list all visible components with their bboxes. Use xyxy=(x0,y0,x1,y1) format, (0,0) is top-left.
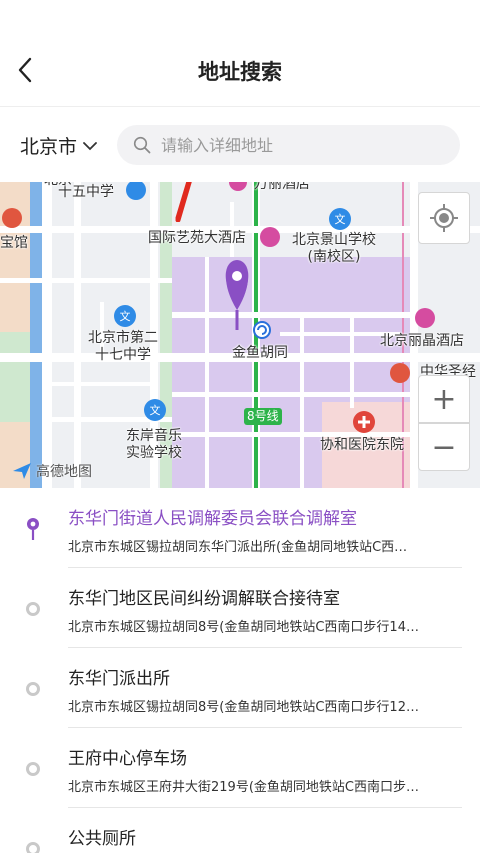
result-name: 东华门地区民间纠纷调解联合接待室 xyxy=(68,589,340,609)
list-item[interactable]: 东华门街道人民调解委员会联合调解室 北京市东城区锡拉胡同东华门派出所(金鱼胡同地… xyxy=(0,488,480,568)
plus-icon: + xyxy=(431,381,457,417)
header: 地址搜索 xyxy=(0,0,480,107)
poi-label: 北京丽晶酒店 xyxy=(380,333,464,349)
list-item[interactable]: 东华门派出所 北京市东城区锡拉胡同8号(金鱼胡同地铁站C西南口步行12… xyxy=(0,648,480,728)
result-name: 东华门派出所 xyxy=(68,669,170,689)
poi-label: 协和医院东院 xyxy=(320,437,404,453)
result-name: 东华门街道人民调解委员会联合调解室 xyxy=(68,509,357,529)
radio-icon xyxy=(24,840,42,853)
chevron-down-icon xyxy=(83,141,97,150)
map-logo-text: 高德地图 xyxy=(36,464,92,480)
radio-icon xyxy=(24,760,42,778)
poi-label: 北京 xyxy=(44,182,72,189)
locate-button[interactable] xyxy=(418,192,470,244)
poi-label: 万丽酒店 xyxy=(254,182,310,192)
svg-text:文: 文 xyxy=(335,212,346,226)
amap-logo-icon xyxy=(13,463,31,479)
result-address: 北京市东城区王府井大街219号(金鱼胡同地铁站C西南口步… xyxy=(68,780,419,795)
subway-line-label: 8号线 xyxy=(244,408,282,425)
zoom-in-button[interactable]: + xyxy=(418,375,470,423)
result-address: 北京市东城区锡拉胡同8号(金鱼胡同地铁站C西南口步行14… xyxy=(68,620,419,635)
city-label: 北京市 xyxy=(20,136,78,158)
result-name: 王府中心停车场 xyxy=(68,749,187,769)
selected-pin-icon xyxy=(24,518,42,540)
search-icon xyxy=(133,136,151,154)
list-item[interactable]: 东华门地区民间纠纷调解联合接待室 北京市东城区锡拉胡同8号(金鱼胡同地铁站C西南… xyxy=(0,568,480,648)
map-logo: 高德地图 xyxy=(12,461,92,481)
poi-label: 国际艺苑大酒店 xyxy=(148,230,246,246)
poi-label: 东岸音乐 实验学校 xyxy=(126,428,182,461)
search-input[interactable] xyxy=(161,135,421,155)
poi-label: 北京景山学校 (南校区) xyxy=(292,232,376,265)
result-name: 公共厕所 xyxy=(68,829,136,849)
map-view[interactable]: 文 文 文 十五中学 万丽酒店 国际艺苑大酒店 北京景山学校 (南校区) 宝馆 … xyxy=(0,182,480,488)
result-list: 东华门街道人民调解委员会联合调解室 北京市东城区锡拉胡同东华门派出所(金鱼胡同地… xyxy=(0,488,480,853)
city-selector[interactable]: 北京市 xyxy=(20,132,97,159)
search-bar: 北京市 xyxy=(0,108,480,182)
zoom-out-button[interactable]: − xyxy=(418,423,470,471)
radio-icon xyxy=(24,600,42,618)
svg-text:文: 文 xyxy=(150,403,161,417)
result-address: 北京市东城区锡拉胡同东华门派出所(金鱼胡同地铁站C西… xyxy=(68,540,408,555)
poi-label: 北京市第二 十七中学 xyxy=(88,330,158,363)
annotation-arrow xyxy=(175,182,192,222)
page-title: 地址搜索 xyxy=(198,60,282,84)
crosshair-icon xyxy=(430,204,458,232)
radio-icon xyxy=(24,680,42,698)
poi-label: 金鱼胡同 xyxy=(232,345,288,361)
list-item[interactable]: 公共厕所 xyxy=(0,808,480,853)
minus-icon: − xyxy=(431,429,457,465)
result-address: 北京市东城区锡拉胡同8号(金鱼胡同地铁站C西南口步行12… xyxy=(68,700,419,715)
list-item[interactable]: 王府中心停车场 北京市东城区王府井大街219号(金鱼胡同地铁站C西南口步… xyxy=(0,728,480,808)
svg-text:文: 文 xyxy=(120,309,131,323)
search-box[interactable] xyxy=(117,125,460,165)
poi-label: 宝馆 xyxy=(0,235,28,251)
